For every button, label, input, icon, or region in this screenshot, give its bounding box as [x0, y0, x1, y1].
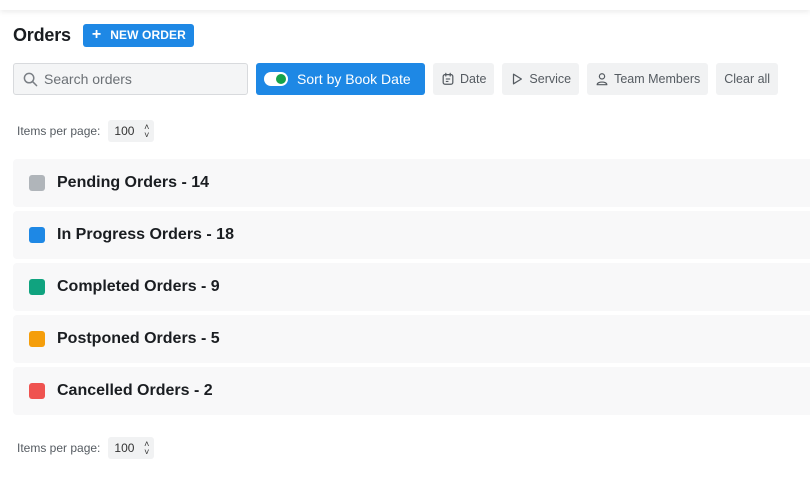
- play-icon: [513, 73, 523, 85]
- page-title: Orders: [13, 24, 71, 45]
- chevron-updown-icon: ˄ ˅: [144, 439, 150, 457]
- filter-toolbar: Sort by Book Date Date Service Team Memb…: [13, 63, 779, 95]
- plus-icon: +: [91, 26, 102, 43]
- items-per-page-label: Items per page:: [17, 441, 101, 455]
- new-order-button[interactable]: + NEW ORDER: [82, 23, 194, 47]
- search-input[interactable]: [44, 71, 234, 87]
- group-postponed[interactable]: Postponed Orders - 5: [13, 315, 810, 363]
- items-per-page-top: Items per page: 100 ˄ ˅: [17, 120, 155, 142]
- group-label: Postponed Orders - 5: [57, 330, 220, 347]
- group-in-progress[interactable]: In Progress Orders - 18: [13, 211, 810, 259]
- group-label: Completed Orders - 9: [57, 278, 220, 295]
- items-per-page-bottom: Items per page: 100 ˄ ˅: [17, 437, 155, 459]
- search-box[interactable]: [13, 63, 248, 95]
- group-label: Pending Orders - 14: [57, 174, 210, 191]
- group-completed[interactable]: Completed Orders - 9: [13, 263, 810, 311]
- toggle-knob: [276, 74, 286, 84]
- items-per-page-label: Items per page:: [17, 124, 101, 138]
- status-color-swatch: [29, 279, 45, 295]
- date-filter-button[interactable]: Date: [433, 63, 495, 95]
- group-label: Cancelled Orders - 2: [57, 382, 213, 399]
- sort-by-book-date-toggle[interactable]: Sort by Book Date: [256, 63, 425, 95]
- status-color-swatch: [29, 227, 45, 243]
- status-color-swatch: [29, 331, 45, 347]
- group-cancelled[interactable]: Cancelled Orders - 2: [13, 367, 810, 415]
- status-color-swatch: [29, 383, 45, 399]
- team-members-filter-button[interactable]: Team Members: [587, 63, 709, 95]
- status-color-swatch: [29, 175, 45, 191]
- new-order-label: NEW ORDER: [110, 28, 186, 42]
- toggle-switch[interactable]: [264, 72, 288, 86]
- sort-label: Sort by Book Date: [297, 71, 411, 87]
- team-members-filter-label: Team Members: [614, 72, 701, 86]
- clear-all-label: Clear all: [724, 72, 771, 86]
- clear-all-button[interactable]: Clear all: [716, 63, 779, 95]
- service-filter-label: Service: [529, 72, 572, 86]
- items-per-page-select[interactable]: 100 ˄ ˅: [108, 437, 155, 459]
- top-bar: [0, 0, 810, 10]
- service-filter-button[interactable]: Service: [502, 63, 580, 95]
- group-pending[interactable]: Pending Orders - 14: [13, 159, 810, 207]
- person-icon: [596, 73, 608, 86]
- order-groups: Pending Orders - 14 In Progress Orders -…: [13, 159, 810, 419]
- search-icon: [23, 72, 38, 86]
- items-per-page-value: 100: [114, 124, 135, 138]
- calendar-icon: [442, 72, 454, 85]
- date-filter-label: Date: [460, 72, 487, 86]
- page-header: Orders + NEW ORDER: [13, 23, 194, 47]
- chevron-updown-icon: ˄ ˅: [144, 122, 150, 140]
- items-per-page-value: 100: [114, 441, 135, 455]
- group-label: In Progress Orders - 18: [57, 226, 234, 243]
- items-per-page-select[interactable]: 100 ˄ ˅: [108, 120, 155, 142]
